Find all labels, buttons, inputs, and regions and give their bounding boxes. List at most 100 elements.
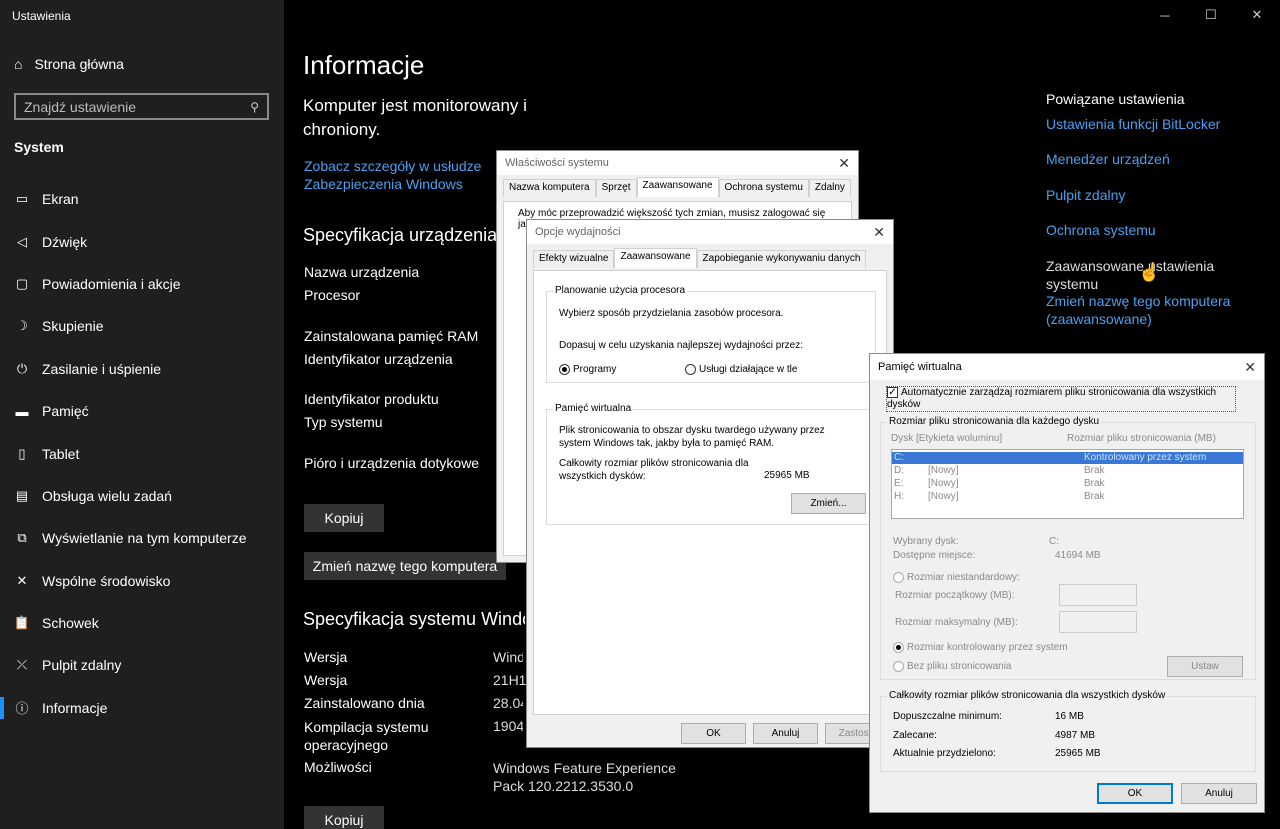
group-title: Rozmiar pliku stronicowania dla każdego … [887,416,1102,427]
spec-label: Identyfikator urządzenia [304,351,453,367]
performance-options-dialog: Opcje wydajności ✕ Efekty wizualne Zaawan… [526,219,894,748]
sidebar-item-label: Powiadomienia i akcje [42,275,181,292]
max-size-input[interactable] [1059,611,1137,633]
drive-row[interactable]: C: Kontrolowany przez system [892,452,1243,464]
set-button[interactable]: Ustaw [1167,656,1243,677]
tablet-icon: ▯ [18,445,26,461]
no-paging-file-radio[interactable]: Bez pliku stronicowania [893,661,1012,672]
sidebar-item-zasilanie[interactable]: ⏻ Zasilanie i uśpienie [0,348,284,390]
sidebar-item-skupienie[interactable]: ☽ Skupienie [0,305,284,347]
sidebar-item-label: Pamięć [42,403,89,420]
related-title: Powiązane ustawienia [1046,91,1185,107]
min-value: 16 MB [1055,711,1084,722]
sidebar-item-dzwiek[interactable]: ◁ Dźwięk [0,220,284,262]
home-icon: ⌂ [14,56,23,72]
tab-remote[interactable]: Zdalny [808,179,851,197]
close-icon[interactable]: ✕ [1234,4,1280,26]
spec-label: Wersja [304,672,348,688]
copy-button-2[interactable]: Kopiuj [304,806,384,829]
radio-icon [685,364,696,375]
minimize-icon[interactable]: ─ [1142,4,1188,26]
dialog-title: Właściwości systemu [505,157,609,169]
win-spec-title: Specyfikacja systemu Windows [303,609,525,629]
selected-drive-label: Wybrany dysk: [893,536,959,547]
system-managed-radio[interactable]: Rozmiar kontrolowany przez system [893,642,1068,653]
radio-icon [559,364,570,375]
tab-hardware[interactable]: Sprzęt [595,179,637,197]
radio-label: Rozmiar kontrolowany przez system [907,642,1068,654]
ok-button[interactable]: OK [681,723,746,744]
cpu-group: Planowanie użycia procesora Wybierz spos… [546,285,876,383]
drive-letter: E: [894,478,904,489]
vm-description: Plik stronicowania to obszar dysku tward… [559,425,825,449]
initial-size-input[interactable] [1059,584,1137,606]
close-icon[interactable]: ✕ [1244,359,1256,376]
tab-advanced[interactable]: Zaawansowane [614,248,697,268]
spec-label: Zainstalowana pamięć RAM [304,328,479,344]
maximize-icon[interactable]: ☐ [1188,4,1234,26]
min-label: Dopuszczalne minimum: [893,711,1002,722]
tab-advanced[interactable]: Zaawansowane [636,177,719,197]
home-link[interactable]: ⌂ Strona główna [14,56,124,72]
tab-dep[interactable]: Zapobieganie wykonywaniu danych [696,250,867,268]
programs-radio[interactable]: Programy [559,364,616,375]
sidebar-item-multitask[interactable]: ▤ Obsługa wielu zadań [0,475,284,517]
sidebar-item-pulpit[interactable]: ⤫ Pulpit zdalny [0,644,284,686]
auto-manage-checkbox[interactable]: ✓ Automatycznie zarządzaj rozmiarem pliku… [886,386,1236,412]
drive-letter: C: [894,452,904,463]
drive-list[interactable]: C: Kontrolowany przez system D: [Nowy] B… [891,449,1244,519]
sidebar-item-projekcja[interactable]: ⧉ Wyświetlanie na tym komputerze [0,517,284,559]
rename-pc-button[interactable]: Zmień nazwę tego komputera [304,552,506,580]
tab-computer-name[interactable]: Nazwa komputera [503,179,596,197]
radio-label: Programy [573,364,617,376]
vm-total-label: Całkowity rozmiar plików stronicowania d… [559,458,749,482]
sidebar-item-label: Wspólne środowisko [42,572,171,589]
sidebar-item-wspolne[interactable]: ✕ Wspólne środowisko [0,560,284,602]
tab-protection[interactable]: Ochrona systemu [718,179,809,197]
col-size-header: Rozmiar pliku stronicowania (MB) [1067,433,1216,444]
sidebar-item-tablet[interactable]: ▯ Tablet [0,432,284,474]
spec-value: Windows 10 Pro [493,649,523,665]
cancel-button[interactable]: Anuluj [753,723,818,744]
copy-button[interactable]: Kopiuj [304,504,384,532]
close-icon[interactable]: ✕ [838,155,850,172]
remote-desktop-link[interactable]: Pulpit zdalny [1046,186,1125,204]
spec-value: Windows Feature Experience Pack 120.2212… [493,760,676,794]
page-title: Informacje [303,50,425,80]
sidebar-item-informacje[interactable]: ⓘ Informacje [0,687,284,729]
project-icon: ⧉ [17,530,27,546]
rename-advanced-link[interactable]: Zmień nazwę tego komputera (zaawansowane… [1046,292,1246,328]
device-manager-link[interactable]: Menedżer urządzeń [1046,150,1170,168]
ok-button[interactable]: OK [1097,783,1173,804]
spec-value: 28.04.2021 [493,695,523,711]
sidebar-item-label: Skupienie [42,318,104,335]
multitask-icon: ▤ [15,487,29,503]
selected-drive-value: C: [1049,536,1059,547]
total-group: Całkowity rozmiar plików stronicowania d… [880,690,1256,772]
spec-label: Zainstalowano dnia [304,695,425,711]
moon-icon: ☽ [16,318,28,334]
close-icon[interactable]: ✕ [873,224,885,241]
change-button[interactable]: Zmień... [791,493,866,514]
security-details-link[interactable]: Zobacz szczegóły w usłudze Zabezpieczeni… [304,157,504,193]
clipboard-icon: 📋 [13,615,31,631]
initial-size-label: Rozmiar początkowy (MB): [895,590,1015,601]
recommended-label: Zalecane: [893,730,937,741]
sidebar-item-label: Dźwięk [42,233,88,250]
bitlocker-link[interactable]: Ustawienia funkcji BitLocker [1046,115,1220,133]
max-size-label: Rozmiar maksymalny (MB): [895,617,1018,628]
sidebar-item-powiadomienia[interactable]: ▢ Powiadomienia i akcje [0,263,284,305]
system-protection-link[interactable]: Ochrona systemu [1046,221,1156,239]
custom-size-radio[interactable]: Rozmiar niestandardowy: [893,572,1020,583]
sidebar-item-ekran[interactable]: ▭ Ekran [0,178,284,220]
cancel-button[interactable]: Anuluj [1181,783,1257,804]
window-controls: ─ ☐ ✕ [1142,4,1280,26]
tab-visual-effects[interactable]: Efekty wizualne [533,250,615,268]
services-radio[interactable]: Usługi działające w tle [685,364,797,375]
sidebar-item-schowek[interactable]: 📋 Schowek [0,602,284,644]
search-input[interactable]: Znajdź ustawienie ⚲ [14,93,269,120]
tab-bar: Efekty wizualne Zaawansowane Zapobiegani… [527,248,893,268]
sidebar-item-pamiec[interactable]: ▬ Pamięć [0,390,284,432]
recommended-value: 4987 MB [1055,730,1096,741]
sidebar-item-label: Zasilanie i uśpienie [42,360,162,377]
